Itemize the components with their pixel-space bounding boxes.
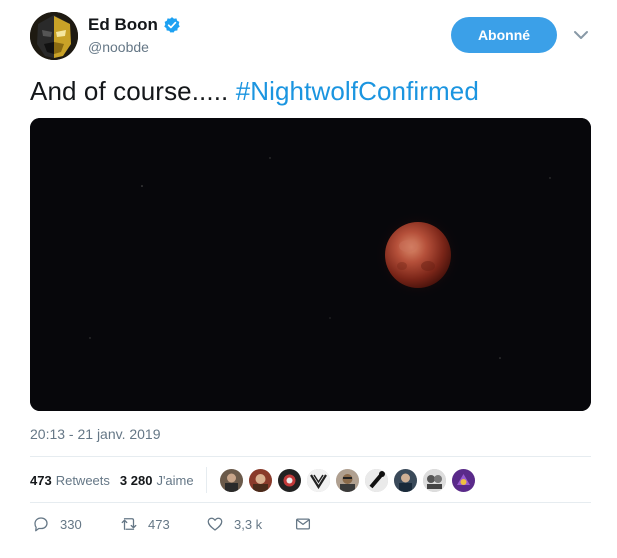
divider <box>30 502 591 503</box>
like-count: 3,3 k <box>234 516 263 532</box>
name-row: Ed Boon <box>88 15 181 35</box>
tweet-stats: 473 Retweets 3 280 J'aime <box>30 467 476 493</box>
retweet-count: 473 <box>148 516 170 532</box>
tweet-card: Ed Boon @noobde Abonné And of course....… <box>0 0 617 558</box>
likes-count[interactable]: 3 280 <box>120 473 153 488</box>
likes-label[interactable]: J'aime <box>156 473 193 488</box>
tweet-body: And of course..... <box>30 76 236 106</box>
tweet-media-photo[interactable] <box>30 118 591 411</box>
retweet-button[interactable]: 473 <box>120 515 206 533</box>
verified-badge-icon <box>164 17 180 33</box>
liker-avatar[interactable] <box>334 467 360 493</box>
reply-icon <box>34 517 48 532</box>
chevron-down-icon[interactable] <box>572 28 590 42</box>
tweet-actions: 330 473 3,3 k <box>32 515 312 533</box>
retweets-label[interactable]: Retweets <box>56 473 110 488</box>
tweet-timestamp[interactable]: 20:13 - 21 janv. 2019 <box>30 426 161 442</box>
liker-avatar[interactable] <box>305 467 331 493</box>
tweet-text: And of course..... #NightwolfConfirmed <box>30 76 479 107</box>
heart-icon <box>207 517 223 531</box>
user-handle[interactable]: @noobde <box>88 39 149 55</box>
tweet-header: Ed Boon @noobde Abonné <box>30 12 600 62</box>
liker-avatar[interactable] <box>421 467 447 493</box>
divider <box>30 456 591 457</box>
liker-avatar[interactable] <box>363 467 389 493</box>
liker-avatar[interactable] <box>392 467 418 493</box>
liker-avatar[interactable] <box>276 467 302 493</box>
likers-avatars <box>218 467 476 493</box>
liker-avatar[interactable] <box>450 467 476 493</box>
liker-avatar[interactable] <box>218 467 244 493</box>
like-button[interactable]: 3,3 k <box>206 515 294 533</box>
retweet-icon <box>121 518 137 530</box>
following-button[interactable]: Abonné <box>451 17 557 53</box>
stats-separator <box>205 467 207 493</box>
retweets-count[interactable]: 473 <box>30 473 52 488</box>
reply-button[interactable]: 330 <box>32 515 120 533</box>
display-name[interactable]: Ed Boon <box>88 15 158 35</box>
reply-count: 330 <box>60 516 82 532</box>
liker-avatar[interactable] <box>247 467 273 493</box>
envelope-icon <box>295 518 311 530</box>
blood-moon-image <box>30 118 591 411</box>
avatar[interactable] <box>30 12 78 60</box>
hashtag-link[interactable]: #NightwolfConfirmed <box>236 76 479 106</box>
direct-message-button[interactable] <box>294 515 312 533</box>
